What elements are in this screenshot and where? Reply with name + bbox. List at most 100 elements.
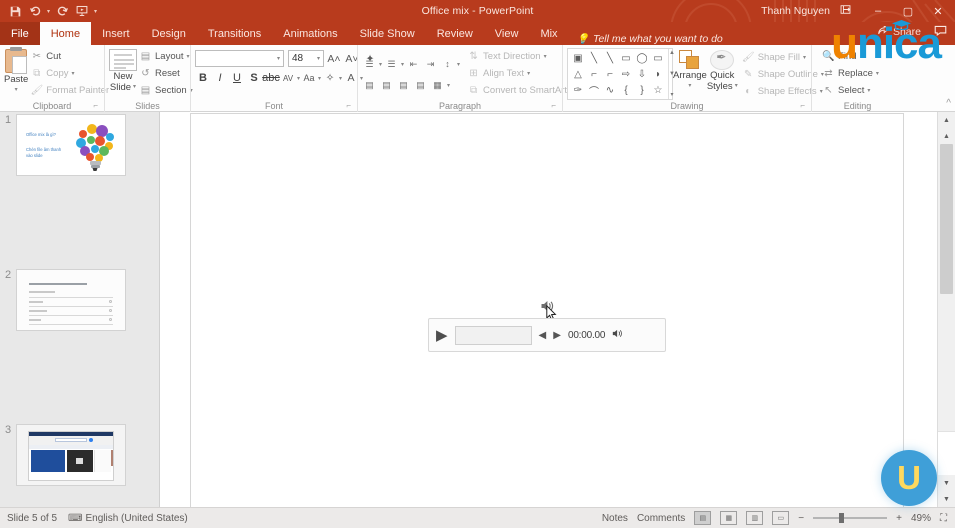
increase-indent-icon[interactable]: ⇥	[423, 56, 438, 72]
clear-all-formatting-button[interactable]: ✧	[322, 70, 338, 87]
convert-smartart-button[interactable]: ⧉ Convert to SmartArt ▾	[465, 82, 575, 99]
shape-star-icon[interactable]: ☆	[650, 82, 666, 98]
cut-button[interactable]: ✂ Cut	[28, 48, 111, 65]
tab-insert[interactable]: Insert	[91, 22, 141, 45]
align-text-button[interactable]: ⊞ Align Text ▾	[465, 65, 575, 82]
character-spacing-button[interactable]: AV	[280, 70, 296, 87]
scrollbar-thumb[interactable]	[940, 144, 953, 294]
font-dialog-launcher[interactable]: ⌐	[346, 100, 351, 112]
section-button[interactable]: ▤ Section ▾	[137, 82, 195, 99]
font-size-input[interactable]: 48 ▾	[288, 50, 324, 67]
slide-show-view-button[interactable]: ▭	[772, 511, 790, 525]
justify-icon[interactable]: ▤	[413, 77, 428, 93]
minimize-button[interactable]: –	[863, 0, 893, 22]
align-right-icon[interactable]: ▤	[396, 77, 411, 93]
copy-dropdown-icon[interactable]: ▾	[71, 70, 74, 77]
paste-button[interactable]: Paste ▾	[4, 47, 28, 96]
strikethrough-button[interactable]: abc	[262, 70, 280, 87]
shape-textbox-icon[interactable]: ▣	[570, 50, 586, 66]
bold-button[interactable]: B	[195, 70, 211, 87]
thumbnail-slide-3[interactable]: 3	[0, 422, 159, 500]
slide-thumb-3[interactable]	[16, 424, 126, 486]
zoom-percent-label[interactable]: 49%	[911, 513, 931, 524]
copy-button[interactable]: ⧉ Copy ▾	[28, 65, 111, 82]
text-shadow-button[interactable]: S	[246, 70, 262, 87]
shape-triangle-icon[interactable]: △	[570, 66, 586, 82]
line-spacing-icon[interactable]: ↕	[440, 56, 455, 72]
comments-button[interactable]: Comments	[637, 513, 685, 524]
select-button[interactable]: ↖ Select ▾	[820, 82, 881, 99]
align-center-icon[interactable]: ▤	[379, 77, 394, 93]
slide-sorter-view-button[interactable]: ▦	[720, 511, 738, 525]
zoom-slider-knob[interactable]	[839, 513, 845, 523]
shape-elbow-arrow-icon[interactable]: ⌐	[602, 66, 618, 82]
scroll-up-icon[interactable]: ▲	[938, 112, 955, 128]
maximize-button[interactable]: ▢	[893, 0, 923, 22]
zoom-slider[interactable]	[813, 513, 888, 523]
shape-curve-icon[interactable]: ∿	[602, 82, 618, 98]
shape-arrow-line-icon[interactable]: ╲	[602, 50, 618, 66]
change-case-dropdown-icon[interactable]: ▾	[318, 75, 321, 82]
shape-line-icon[interactable]: ╲	[586, 50, 602, 66]
paragraph-dialog-launcher[interactable]: ⌐	[551, 100, 556, 112]
drawing-dialog-launcher[interactable]: ⌐	[800, 100, 805, 112]
collapse-ribbon-button[interactable]: ^	[946, 98, 951, 109]
zoom-in-icon[interactable]: +	[896, 513, 902, 524]
shape-right-brace-icon[interactable]: }	[634, 82, 650, 98]
volume-button[interactable]	[612, 328, 625, 342]
decrease-indent-icon[interactable]: ⇤	[406, 56, 421, 72]
layout-button[interactable]: ▤ Layout ▾	[137, 48, 195, 65]
columns-icon[interactable]: ▦	[430, 77, 445, 93]
shape-pentagon-icon[interactable]: ◗	[650, 66, 666, 82]
shapes-more-icon[interactable]: ▾	[670, 91, 673, 98]
arrange-dropdown-icon[interactable]: ▾	[688, 81, 691, 92]
tab-animations[interactable]: Animations	[272, 22, 348, 45]
highlight-dropdown-icon[interactable]: ▾	[339, 75, 342, 82]
tab-slide-show[interactable]: Slide Show	[349, 22, 426, 45]
find-button[interactable]: 🔍 Find	[820, 48, 881, 65]
language-indicator[interactable]: ⌨ English (United States)	[68, 513, 188, 524]
notes-button[interactable]: Notes	[602, 513, 628, 524]
clipboard-dialog-launcher[interactable]: ⌐	[93, 100, 98, 112]
underline-button[interactable]: U	[229, 70, 245, 87]
shape-freeform-icon[interactable]: ✑	[570, 82, 586, 98]
text-direction-button[interactable]: ⇅ Text Direction ▾	[465, 48, 575, 65]
shape-down-arrow-icon[interactable]: ⇩	[634, 66, 650, 82]
tab-transitions[interactable]: Transitions	[197, 22, 272, 45]
italic-button[interactable]: I	[212, 70, 228, 87]
slide-thumbnail-pane[interactable]: 1 Office mix là gì? Chèn file âm thanh v…	[0, 112, 160, 507]
previous-button[interactable]: ◀	[539, 330, 547, 341]
grow-font-icon[interactable]: A˄	[326, 50, 342, 67]
current-slide-canvas[interactable]: ▶ ◀ ▶ 00:00.00	[190, 113, 904, 511]
fit-to-window-icon[interactable]: ⛶	[940, 513, 947, 524]
shapes-gallery[interactable]: ▣ ╲ ╲ ▭ ◯ ▭ △ ⌐ ⌐ ⇨ ⇩ ◗ ✑ ⌒ ∿ {} ☆ ▲ ▼ …	[567, 48, 675, 100]
scrollbar-track[interactable]	[938, 144, 955, 431]
thumbnail-slide-1[interactable]: 1 Office mix là gì? Chèn file âm thanh v…	[0, 112, 159, 190]
quick-styles-button[interactable]: Quick Styles ▾	[707, 48, 738, 92]
tell-me-box[interactable]: 💡 Tell me what you want to do	[569, 33, 723, 45]
new-slide-dropdown-icon[interactable]: ▾	[133, 82, 136, 93]
comments-icon[interactable]	[934, 25, 947, 39]
tab-mix[interactable]: Mix	[529, 22, 568, 45]
share-button[interactable]: Share	[878, 24, 921, 38]
shape-arc-icon[interactable]: ⌒	[586, 82, 602, 98]
normal-view-button[interactable]: ▤	[694, 511, 712, 525]
shape-oval-icon[interactable]: ◯	[634, 50, 650, 66]
shape-rounded-rect-icon[interactable]: ▭	[650, 50, 666, 66]
align-left-icon[interactable]: ▤	[362, 77, 377, 93]
font-name-dropdown-icon[interactable]: ▾	[277, 55, 280, 62]
scroll-down-icon[interactable]: ▼	[938, 491, 955, 507]
character-spacing-dropdown-icon[interactable]: ▾	[297, 75, 300, 82]
change-case-button[interactable]: Aa	[301, 70, 317, 87]
audio-player[interactable]: ▶ ◀ ▶ 00:00.00	[428, 318, 666, 352]
vertical-scrollbar[interactable]: ▲ ▲ ▼ ▼	[937, 112, 955, 507]
thumbnail-slide-2[interactable]: 2	[0, 267, 159, 345]
tab-view[interactable]: View	[484, 22, 530, 45]
tab-review[interactable]: Review	[426, 22, 484, 45]
shape-right-arrow-icon[interactable]: ⇨	[618, 66, 634, 82]
scroll-page-up-icon[interactable]: ▲	[938, 128, 955, 144]
scroll-page-down-icon[interactable]: ▼	[938, 475, 955, 491]
font-name-input[interactable]: ▾	[195, 50, 284, 67]
zoom-out-icon[interactable]: −	[798, 513, 804, 524]
tab-home[interactable]: Home	[39, 22, 92, 45]
